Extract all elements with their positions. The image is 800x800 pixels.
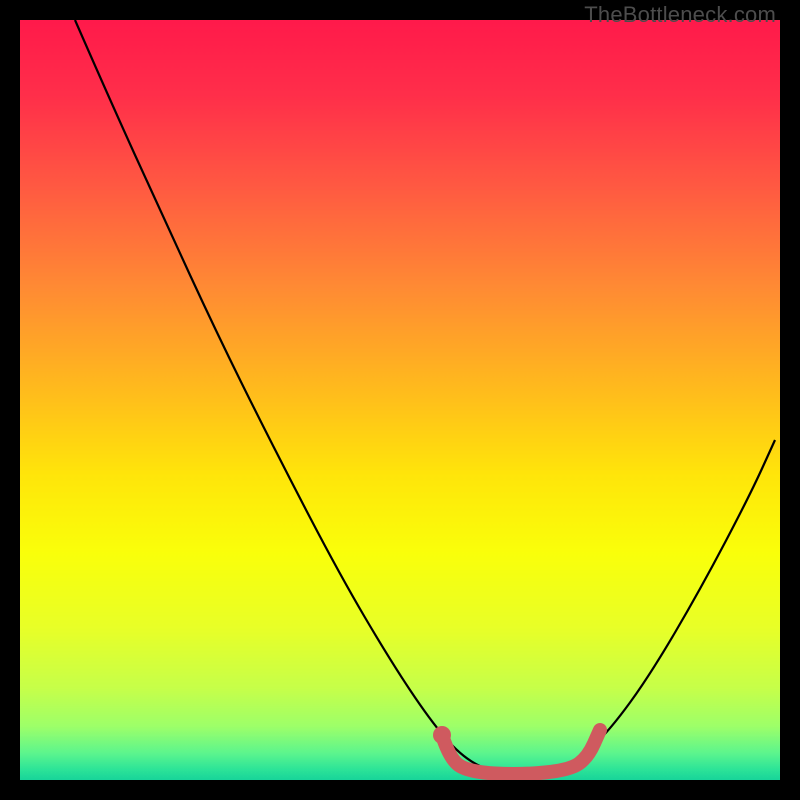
chart-svg bbox=[20, 20, 780, 780]
bottleneck-curve bbox=[75, 20, 775, 775]
chart-frame bbox=[20, 20, 780, 780]
watermark-text: TheBottleneck.com bbox=[584, 2, 776, 28]
highlight-band bbox=[442, 730, 600, 774]
highlight-dot bbox=[433, 726, 451, 744]
